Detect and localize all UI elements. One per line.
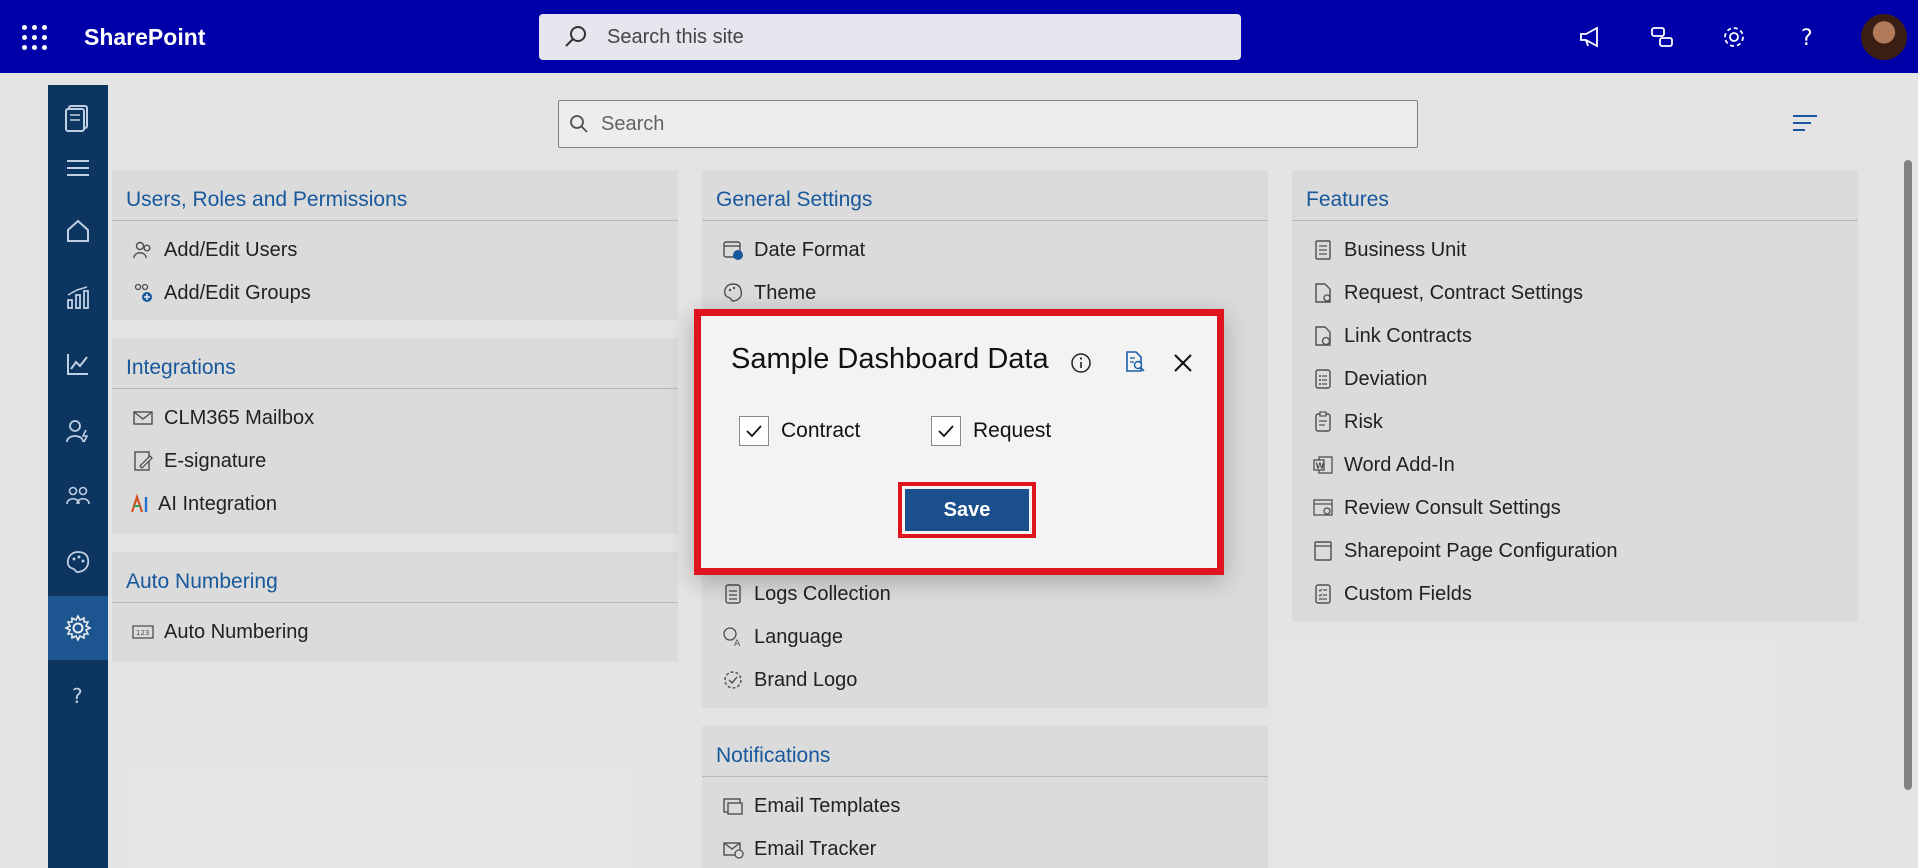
site-search-box[interactable]: Search this site xyxy=(539,14,1241,60)
svg-text:?: ? xyxy=(1801,26,1813,50)
checkbox-box[interactable] xyxy=(739,416,769,446)
document-search-icon[interactable] xyxy=(1123,350,1147,374)
save-button[interactable]: Save xyxy=(905,489,1029,531)
request-checkbox[interactable]: Request xyxy=(931,416,1051,446)
save-button-highlight: Save xyxy=(898,482,1036,538)
help-icon[interactable]: ? xyxy=(1770,0,1842,73)
user-avatar[interactable] xyxy=(1861,14,1907,60)
checkbox-box[interactable] xyxy=(931,416,961,446)
app-launcher-icon[interactable] xyxy=(22,25,48,51)
search-icon xyxy=(563,24,589,50)
close-icon[interactable] xyxy=(1172,352,1194,374)
brand-name[interactable]: SharePoint xyxy=(84,24,205,51)
megaphone-icon[interactable] xyxy=(1554,0,1626,73)
contract-checkbox[interactable]: Contract xyxy=(739,416,860,446)
settings-gear-icon[interactable] xyxy=(1698,0,1770,73)
info-icon[interactable] xyxy=(1070,352,1092,374)
feedback-icon[interactable] xyxy=(1626,0,1698,73)
checkmark-icon xyxy=(746,425,762,438)
suite-header: SharePoint Search this site ? xyxy=(0,0,1918,73)
checkmark-icon xyxy=(938,425,954,438)
dialog-title: Sample Dashboard Data xyxy=(731,343,1049,375)
sample-dashboard-data-dialog: Sample Dashboard Data Contract Request S… xyxy=(694,309,1224,575)
site-search-placeholder: Search this site xyxy=(607,25,744,48)
checkbox-label: Contract xyxy=(781,419,861,442)
checkbox-label: Request xyxy=(973,419,1052,442)
